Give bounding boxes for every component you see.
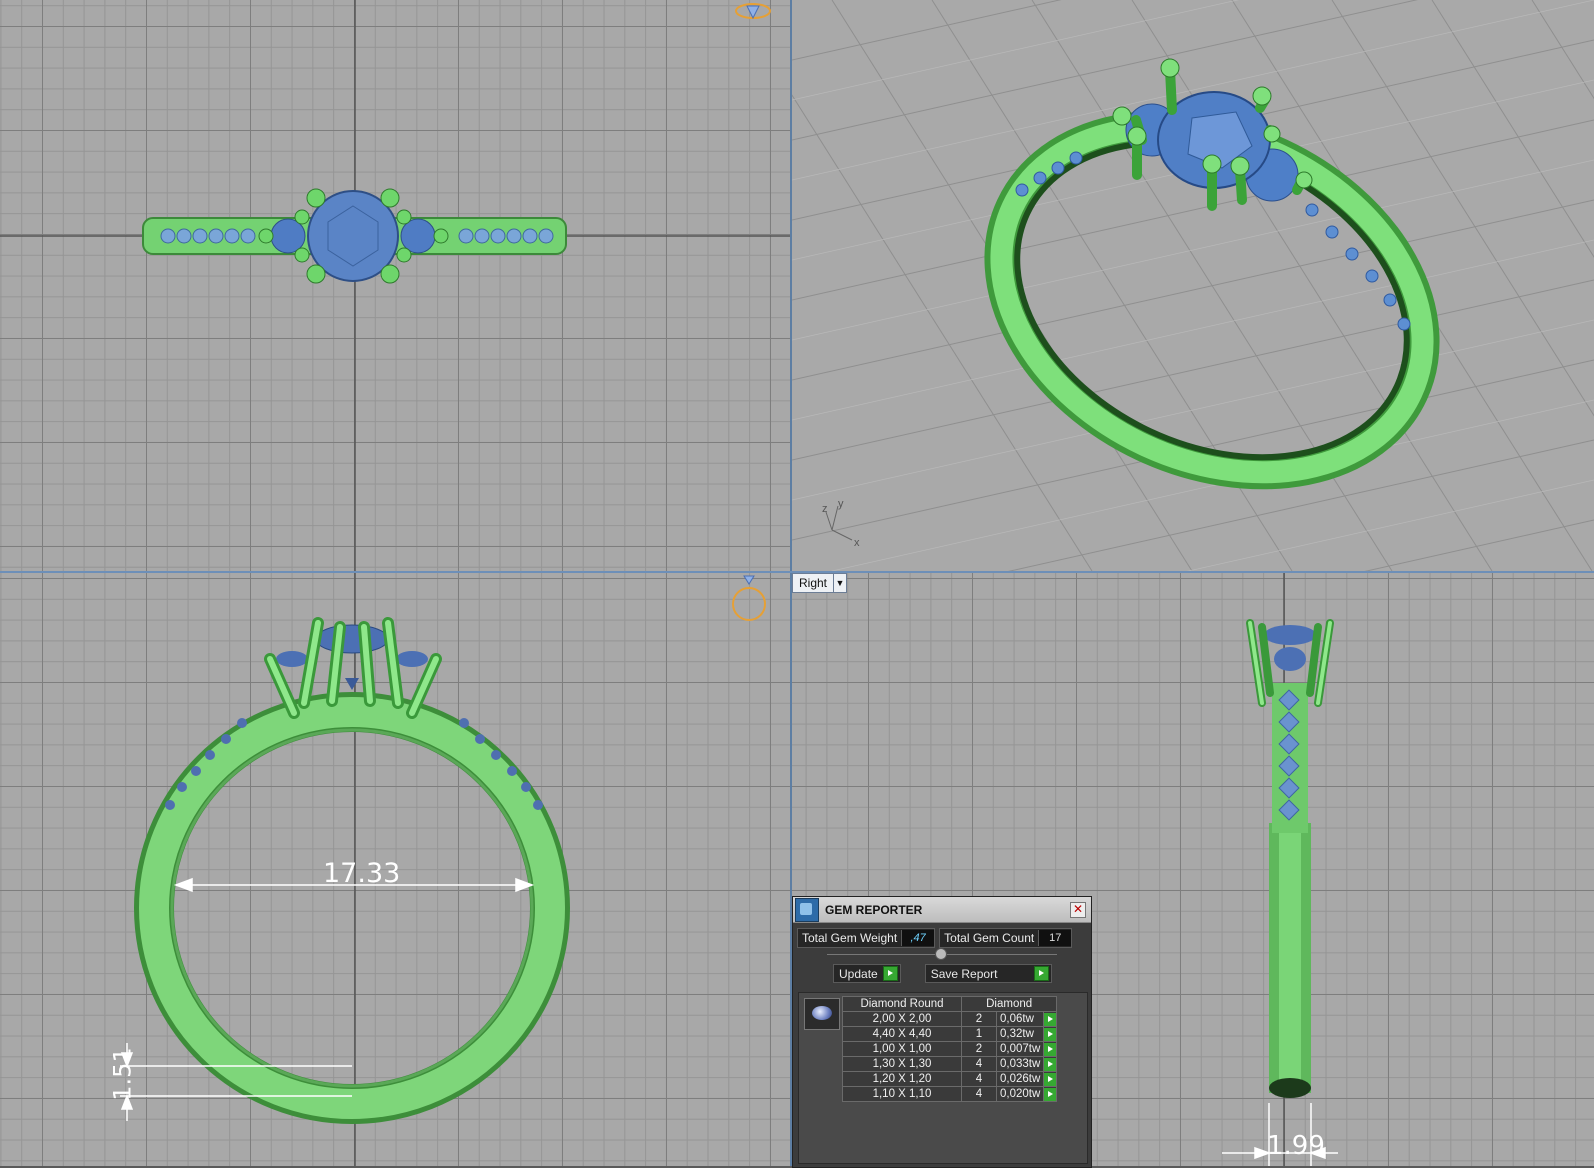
gem-reporter-title: GEM REPORTER (825, 902, 923, 917)
play-arrow-icon (1044, 1042, 1057, 1056)
play-arrow-icon (1044, 1027, 1057, 1041)
col-shape-header: Diamond Round (842, 996, 962, 1012)
gem-size: 4,40 X 4,40 (842, 1026, 962, 1042)
save-report-button[interactable]: Save Report (924, 964, 1052, 983)
gem-weight: 0,06tw (995, 1011, 1045, 1027)
orientation-ring-icon[interactable] (733, 0, 773, 26)
gem-size: 1,00 X 1,00 (842, 1041, 962, 1057)
perspective-viewport[interactable]: x y z (792, 0, 1594, 571)
gem-weight: 0,026tw (995, 1071, 1045, 1087)
gem-reporter-panel: GEM REPORTER ✕ Total Gem Weight ,47 Tota… (792, 896, 1092, 1168)
gem-weight: 0,033tw (995, 1056, 1045, 1072)
row-select-button[interactable] (1043, 1026, 1058, 1042)
front-viewport[interactable]: 17.33 1.51 (0, 573, 790, 1166)
axis-y-label: y (838, 498, 844, 510)
table-row: 1,10 X 1,10 4 0,020tw (842, 1086, 1058, 1102)
top-viewport[interactable] (0, 0, 790, 571)
table-row: 1,20 X 1,20 4 0,026tw (842, 1071, 1058, 1087)
top-view-ring (0, 0, 790, 571)
band-width-label: 1.99 (1267, 1131, 1325, 1161)
save-report-button-label: Save Report (930, 966, 998, 981)
row-select-button[interactable] (1043, 1071, 1058, 1087)
gem-qty: 2 (961, 1041, 997, 1057)
gem-table: Diamond Round Diamond 2,00 X 2,00 2 0,06… (842, 996, 1058, 1102)
play-arrow-icon (1044, 1012, 1057, 1026)
gem-qty: 1 (961, 1026, 997, 1042)
row-select-button[interactable] (1043, 1041, 1058, 1057)
total-weight-value: ,47 (901, 930, 935, 946)
play-arrow-icon (1033, 966, 1049, 981)
gem-size: 1,30 X 1,30 (842, 1056, 962, 1072)
gem-size: 1,10 X 1,10 (842, 1086, 962, 1102)
ring-inner-diameter-label: 17.33 (323, 858, 401, 889)
perspective-grid-and-ring: x y z (792, 0, 1594, 571)
collapse-knob-icon[interactable] (935, 948, 947, 960)
band-thickness-label: 1.51 (108, 1047, 137, 1101)
gem-reporter-titlebar[interactable]: GEM REPORTER ✕ (793, 897, 1091, 923)
gem-weight: 0,020tw (995, 1086, 1045, 1102)
table-row: 4,40 X 4,40 1 0,32tw (842, 1026, 1058, 1042)
axis-z-label: z (822, 503, 828, 515)
play-arrow-icon (882, 966, 898, 981)
total-weight-field: Total Gem Weight ,47 (797, 928, 936, 948)
play-arrow-icon (1044, 1072, 1057, 1086)
orientation-ring-front-icon[interactable] (729, 573, 769, 625)
gem-qty: 4 (961, 1071, 997, 1087)
table-row: 2,00 X 2,00 2 0,06tw (842, 1011, 1058, 1027)
col-material-header: Diamond (960, 996, 1058, 1012)
total-count-label: Total Gem Count (944, 931, 1035, 945)
gem-size: 2,00 X 2,00 (842, 1011, 962, 1027)
gem-size: 1,20 X 1,20 (842, 1071, 962, 1087)
gem-qty: 4 (961, 1056, 997, 1072)
row-select-button[interactable] (1043, 1056, 1058, 1072)
gem-thumbnail-icon[interactable] (804, 998, 840, 1030)
table-row: 1,00 X 1,00 2 0,007tw (842, 1041, 1058, 1057)
update-button-label: Update (839, 966, 878, 981)
panel-separator (827, 948, 1057, 960)
gem-reporter-icon (795, 897, 819, 922)
axis-x-label: x (854, 537, 860, 549)
view-selector[interactable]: Right ▼ (792, 573, 848, 593)
view-selector-label: Right (799, 576, 828, 590)
total-count-value: 17 (1038, 930, 1072, 946)
row-select-button[interactable] (1043, 1011, 1058, 1027)
play-arrow-icon (1044, 1087, 1057, 1101)
gem-weight: 0,007tw (995, 1041, 1045, 1057)
play-arrow-icon (1044, 1057, 1057, 1071)
total-count-field: Total Gem Count 17 (939, 928, 1073, 948)
gem-qty: 4 (961, 1086, 997, 1102)
update-button[interactable]: Update (833, 964, 901, 983)
gem-table-container: Diamond Round Diamond 2,00 X 2,00 2 0,06… (798, 992, 1088, 1164)
row-select-button[interactable] (1043, 1086, 1058, 1102)
close-icon[interactable]: ✕ (1070, 901, 1086, 918)
table-row: 1,30 X 1,30 4 0,033tw (842, 1056, 1058, 1072)
gem-weight: 0,32tw (995, 1026, 1045, 1042)
gem-qty: 2 (961, 1011, 997, 1027)
chevron-down-icon[interactable]: ▼ (833, 574, 846, 592)
total-weight-label: Total Gem Weight (802, 931, 898, 945)
